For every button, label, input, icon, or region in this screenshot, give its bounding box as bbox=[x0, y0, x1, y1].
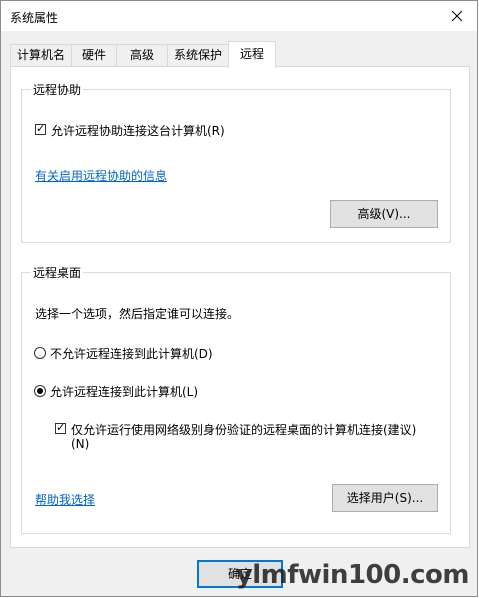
close-button[interactable] bbox=[437, 1, 477, 31]
advanced-button[interactable]: 高级(V)... bbox=[330, 200, 438, 228]
allow-remote-label[interactable]: 允许远程连接到此计算机(L) bbox=[50, 383, 198, 400]
tab-label: 系统保护 bbox=[173, 48, 222, 62]
remote-tab-panel: 远程协助 ✓ 允许远程协助连接这台计算机(R) 有关启用远程协助的信息 高级(V… bbox=[10, 66, 470, 548]
window-title: 系统属性 bbox=[10, 11, 59, 25]
remote-assistance-group: 远程协助 ✓ 允许远程协助连接这台计算机(R) 有关启用远程协助的信息 高级(V… bbox=[21, 81, 451, 243]
remote-desktop-description: 选择一个选项，然后指定谁可以连接。 bbox=[35, 307, 240, 321]
tab-computer-name[interactable]: 计算机名 bbox=[10, 44, 72, 66]
nla-checkbox[interactable]: ✓ bbox=[55, 421, 66, 434]
tab-label: 硬件 bbox=[81, 48, 106, 62]
remote-desktop-title: 远程桌面 bbox=[31, 264, 84, 281]
remote-assistance-title: 远程协助 bbox=[31, 81, 84, 98]
checkmark-icon: ✓ bbox=[56, 421, 66, 434]
tab-label: 高级 bbox=[129, 48, 154, 62]
tab-label: 计算机名 bbox=[16, 48, 65, 62]
system-properties-window: 系统属性 计算机名 硬件 高级 系统保护 远程 远程协助 ✓ 允许远程协助连接这… bbox=[0, 0, 478, 597]
remote-desktop-group: 远程桌面 选择一个选项，然后指定谁可以连接。 不允许远程连接到此计算机(D) 允… bbox=[21, 264, 451, 534]
allow-remote-assistance-checkbox[interactable]: ✓ bbox=[35, 122, 46, 135]
nla-label-line2[interactable]: (N) bbox=[71, 437, 89, 451]
select-users-button[interactable]: 选择用户(S)... bbox=[332, 484, 438, 512]
checkmark-icon: ✓ bbox=[36, 122, 46, 135]
tab-label: 远程 bbox=[239, 47, 264, 61]
tab-remote[interactable]: 远程 bbox=[228, 41, 276, 68]
allow-remote-assistance-label[interactable]: 允许远程协助连接这台计算机(R) bbox=[51, 122, 225, 139]
tab-advanced[interactable]: 高级 bbox=[116, 44, 168, 66]
watermark-text: ylmfwin100.com bbox=[235, 560, 470, 590]
tab-system-protection[interactable]: 系统保护 bbox=[167, 44, 229, 66]
nla-label-line1[interactable]: 仅允许运行使用网络级别身份验证的远程桌面的计算机连接(建议) bbox=[71, 421, 416, 438]
tab-hardware[interactable]: 硬件 bbox=[71, 44, 117, 66]
allow-remote-radio[interactable] bbox=[34, 385, 46, 397]
disallow-remote-label[interactable]: 不允许远程连接到此计算机(D) bbox=[50, 345, 213, 362]
disallow-remote-radio[interactable] bbox=[34, 347, 46, 359]
close-icon bbox=[451, 10, 463, 22]
remote-assistance-info-link[interactable]: 有关启用远程协助的信息 bbox=[35, 167, 167, 184]
title-bar: 系统属性 bbox=[1, 1, 477, 31]
help-me-choose-link[interactable]: 帮助我选择 bbox=[35, 491, 95, 508]
